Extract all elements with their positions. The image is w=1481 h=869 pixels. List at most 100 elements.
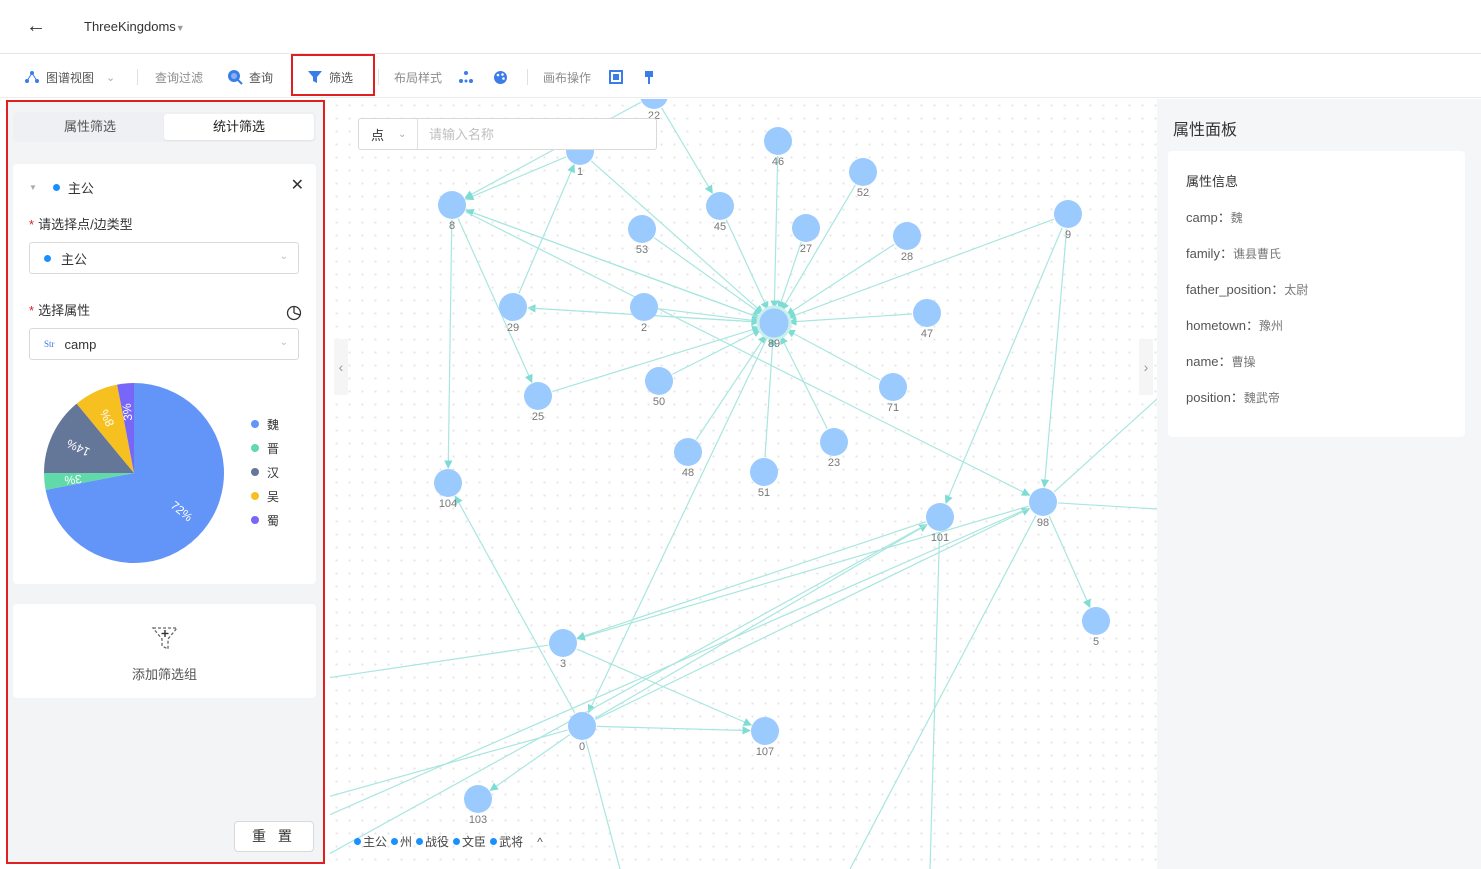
graph-node-circle[interactable] xyxy=(751,717,779,745)
graph-edge[interactable] xyxy=(944,227,1063,504)
graph-edge[interactable] xyxy=(653,237,763,315)
graph-node-circle[interactable] xyxy=(438,191,466,219)
graph-selector[interactable]: ThreeKingdoms▼ xyxy=(84,19,185,34)
style-palette-button[interactable] xyxy=(493,68,508,86)
graph-edge[interactable] xyxy=(585,740,621,869)
legend-item[interactable]: 武将 xyxy=(490,833,523,850)
graph-node-circle[interactable] xyxy=(706,192,734,220)
graph-node-circle[interactable] xyxy=(645,367,673,395)
graph-edge[interactable] xyxy=(464,101,642,199)
graph-edge[interactable] xyxy=(596,725,751,735)
graph-node-circle[interactable] xyxy=(792,214,820,242)
graph-node[interactable]: 103 xyxy=(464,785,492,826)
graph-node-circle[interactable] xyxy=(879,373,907,401)
graph-edge[interactable] xyxy=(1057,502,1157,510)
graph-node-circle[interactable] xyxy=(756,305,792,341)
legend-item[interactable]: 州 xyxy=(391,833,412,850)
graph-node[interactable]: 3 xyxy=(549,629,577,670)
graph-node-circle[interactable] xyxy=(820,428,848,456)
graph-node-circle[interactable] xyxy=(1054,200,1082,228)
legend-item[interactable]: 主公 xyxy=(354,833,387,850)
graph-node[interactable]: 29 xyxy=(499,293,527,334)
graph-edge[interactable] xyxy=(777,242,802,310)
graph-node-circle[interactable] xyxy=(764,127,792,155)
graph-node[interactable]: 48 xyxy=(674,438,702,479)
graph-node[interactable]: 47 xyxy=(913,299,941,340)
clear-canvas-button[interactable] xyxy=(643,68,655,86)
graph-node-circle[interactable] xyxy=(1082,607,1110,635)
graph-edge[interactable] xyxy=(1040,228,1068,488)
query-button[interactable]: 查询 xyxy=(227,68,273,86)
back-arrow-icon[interactable]: ← xyxy=(26,16,46,36)
collapse-right-panel-button[interactable]: › xyxy=(1139,339,1153,395)
graph-edge[interactable] xyxy=(330,507,1030,819)
graph-node-circle[interactable] xyxy=(568,712,596,740)
graph-node[interactable]: 51 xyxy=(750,458,778,499)
graph-edge[interactable] xyxy=(454,495,576,714)
fit-view-button[interactable] xyxy=(609,68,623,86)
graph-node-circle[interactable] xyxy=(1029,488,1057,516)
graph-node[interactable]: 27 xyxy=(792,214,820,255)
graph-node-circle[interactable] xyxy=(674,438,702,466)
graph-network[interactable]: 2214652853452728929 289472550 714851231041… xyxy=(330,99,1157,869)
graph-edge[interactable] xyxy=(465,156,567,201)
graph-node[interactable]: 50 xyxy=(645,367,673,408)
graph-node[interactable]: 53 xyxy=(628,215,656,256)
graph-node-circle[interactable] xyxy=(628,215,656,243)
graph-node[interactable]: 23 xyxy=(820,428,848,469)
graph-edge[interactable] xyxy=(330,644,549,679)
search-input[interactable] xyxy=(418,120,648,148)
graph-node[interactable]: 107 xyxy=(751,717,779,758)
legend-item[interactable]: 战役 xyxy=(416,833,449,850)
graph-node-circle[interactable] xyxy=(434,469,462,497)
graph-edge[interactable] xyxy=(465,211,1031,496)
graph-edge[interactable] xyxy=(590,160,764,314)
search-type-select[interactable]: 点 ⌄ xyxy=(359,119,418,149)
graph-node[interactable]: 25 xyxy=(524,382,552,423)
graph-node[interactable]: 9 xyxy=(1054,200,1082,241)
expand-up-icon[interactable]: ^ xyxy=(537,835,543,849)
graph-edge[interactable] xyxy=(672,329,762,375)
graph-node-circle[interactable] xyxy=(640,99,668,109)
graph-edge[interactable] xyxy=(594,524,928,719)
layout-button[interactable] xyxy=(459,68,473,86)
graph-node-circle[interactable] xyxy=(893,222,921,250)
graph-node[interactable]: 2 xyxy=(630,293,658,334)
graph-node[interactable]: 71 xyxy=(879,373,907,414)
graph-node[interactable]: 104 xyxy=(434,469,462,510)
graph-node-circle[interactable] xyxy=(926,503,954,531)
graph-edge[interactable] xyxy=(661,107,713,194)
graph-node[interactable]: 89 xyxy=(756,305,792,350)
graph-node[interactable]: 5 xyxy=(1082,607,1110,648)
graph-edge[interactable] xyxy=(849,514,1037,869)
graph-edge[interactable] xyxy=(764,337,777,458)
graph-node[interactable]: 46 xyxy=(764,127,792,168)
collapse-left-panel-button[interactable]: ‹ xyxy=(334,339,348,395)
graph-node-circle[interactable] xyxy=(913,299,941,327)
graph-edge[interactable] xyxy=(330,523,928,859)
graph-node-circle[interactable] xyxy=(549,629,577,657)
graph-edge[interactable] xyxy=(1048,515,1091,609)
graph-node-circle[interactable] xyxy=(499,293,527,321)
graph-edge[interactable] xyxy=(788,313,913,326)
graph-node-circle[interactable] xyxy=(750,458,778,486)
graph-edge[interactable] xyxy=(770,155,779,309)
graph-edge[interactable] xyxy=(444,219,453,469)
graph-node-circle[interactable] xyxy=(849,158,877,186)
graph-edge[interactable] xyxy=(330,729,568,799)
graph-node[interactable]: 0 xyxy=(568,712,596,753)
graph-node-circle[interactable] xyxy=(630,293,658,321)
graph-edge[interactable] xyxy=(587,336,769,714)
graph-edge[interactable] xyxy=(786,329,881,381)
graph-view-button[interactable]: 图谱视图 ⌄ xyxy=(24,68,115,86)
graph-edge[interactable] xyxy=(695,334,767,440)
graph-node-circle[interactable] xyxy=(464,785,492,813)
graph-node[interactable]: 52 xyxy=(849,158,877,199)
legend-item[interactable]: 文臣 xyxy=(453,833,486,850)
graph-node-circle[interactable] xyxy=(524,382,552,410)
graph-canvas[interactable]: 22 1 46 52 8 53 45 27 28 9 29 2 89 47 25 50 71 48 51 23 104 1… xyxy=(330,99,1157,869)
graph-node[interactable]: 28 xyxy=(893,222,921,263)
graph-edge[interactable] xyxy=(1053,398,1157,493)
graph-edge[interactable] xyxy=(781,184,856,311)
graph-node[interactable]: 101 xyxy=(926,503,954,544)
